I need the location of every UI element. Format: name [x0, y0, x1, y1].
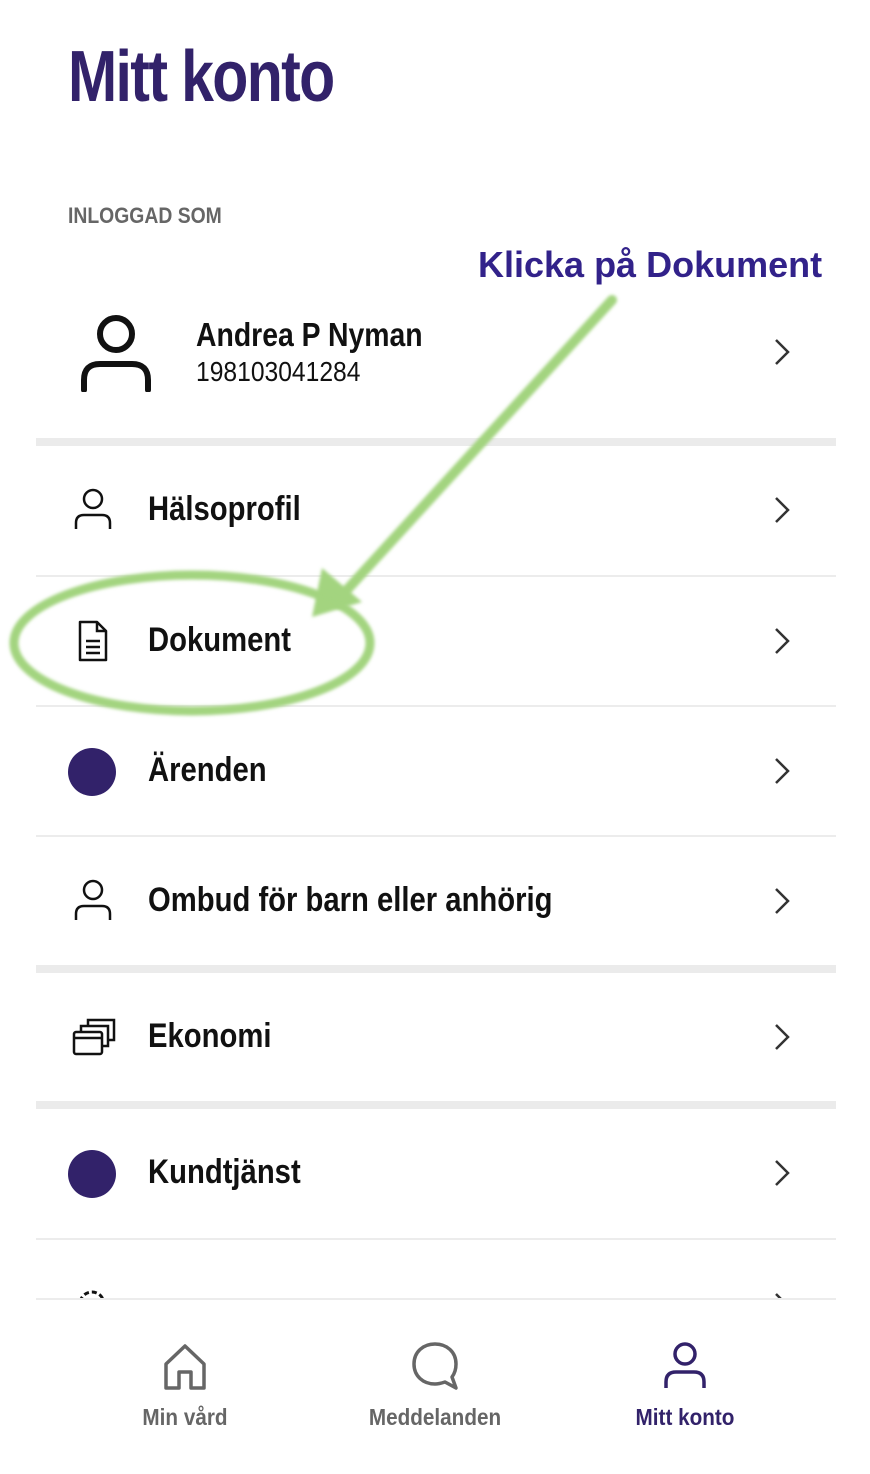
menu-item-ekonomi[interactable]: Ekonomi [36, 973, 836, 1101]
chevron-right-icon [775, 1024, 790, 1050]
person-icon [664, 1342, 706, 1388]
menu-item-label: Kundtjänst [148, 1153, 301, 1191]
section-divider [36, 965, 836, 973]
bottom-navigation: Min vård Meddelanden Mitt konto [0, 1300, 870, 1474]
home-icon [164, 1344, 206, 1390]
section-divider [36, 1101, 836, 1109]
chevron-right-icon [775, 888, 790, 914]
filled-circle-icon [68, 1150, 116, 1198]
chevron-right-icon [775, 497, 790, 523]
nav-meddelanden[interactable]: Meddelanden [310, 1300, 560, 1474]
account-row[interactable]: Andrea P Nyman 198103041284 [36, 286, 836, 436]
nav-label: Mitt konto [635, 1404, 735, 1430]
menu-item-kundtjanst[interactable]: Kundtjänst [36, 1109, 836, 1237]
page-title: Mitt konto [68, 37, 335, 117]
menu-item-label: Dokument [148, 621, 291, 659]
annotation-instruction: Klicka på Dokument [478, 244, 823, 285]
chevron-right-icon [775, 628, 790, 654]
nav-mitt-konto[interactable]: Mitt konto [560, 1300, 810, 1474]
filled-circle-icon [68, 748, 116, 796]
chevron-right-icon [775, 1160, 790, 1186]
nav-min-vard[interactable]: Min vård [60, 1300, 310, 1474]
user-avatar-icon [81, 315, 151, 392]
chevron-right-icon [775, 758, 790, 784]
menu-item-arenden[interactable]: Ärenden [36, 707, 836, 835]
menu-item-label: Ekonomi [148, 1017, 272, 1055]
person-icon [74, 879, 112, 920]
menu-item-label: Ärenden [148, 751, 267, 789]
menu-item-ombud[interactable]: Ombud för barn eller anhörig [36, 837, 836, 965]
account-name: Andrea P Nyman [196, 316, 423, 353]
section-divider [36, 438, 836, 446]
document-icon [78, 620, 108, 662]
account-personal-number: 198103041284 [196, 356, 361, 387]
nav-label: Min vård [142, 1404, 228, 1430]
menu-item-partially-hidden[interactable] [36, 1240, 836, 1300]
nav-label: Meddelanden [368, 1404, 502, 1430]
person-icon [74, 488, 112, 529]
chat-bubble-icon [412, 1342, 458, 1390]
menu-item-halsoprofil[interactable]: Hälsoprofil [36, 446, 836, 574]
menu-item-dokument[interactable]: Dokument [36, 577, 836, 705]
menu-item-label: Hälsoprofil [148, 490, 301, 528]
cards-icon [72, 1018, 116, 1056]
chevron-right-icon [775, 339, 790, 365]
menu-item-label: Ombud för barn eller anhörig [148, 881, 553, 919]
logged-in-as-label: INLOGGAD SOM [68, 203, 222, 228]
